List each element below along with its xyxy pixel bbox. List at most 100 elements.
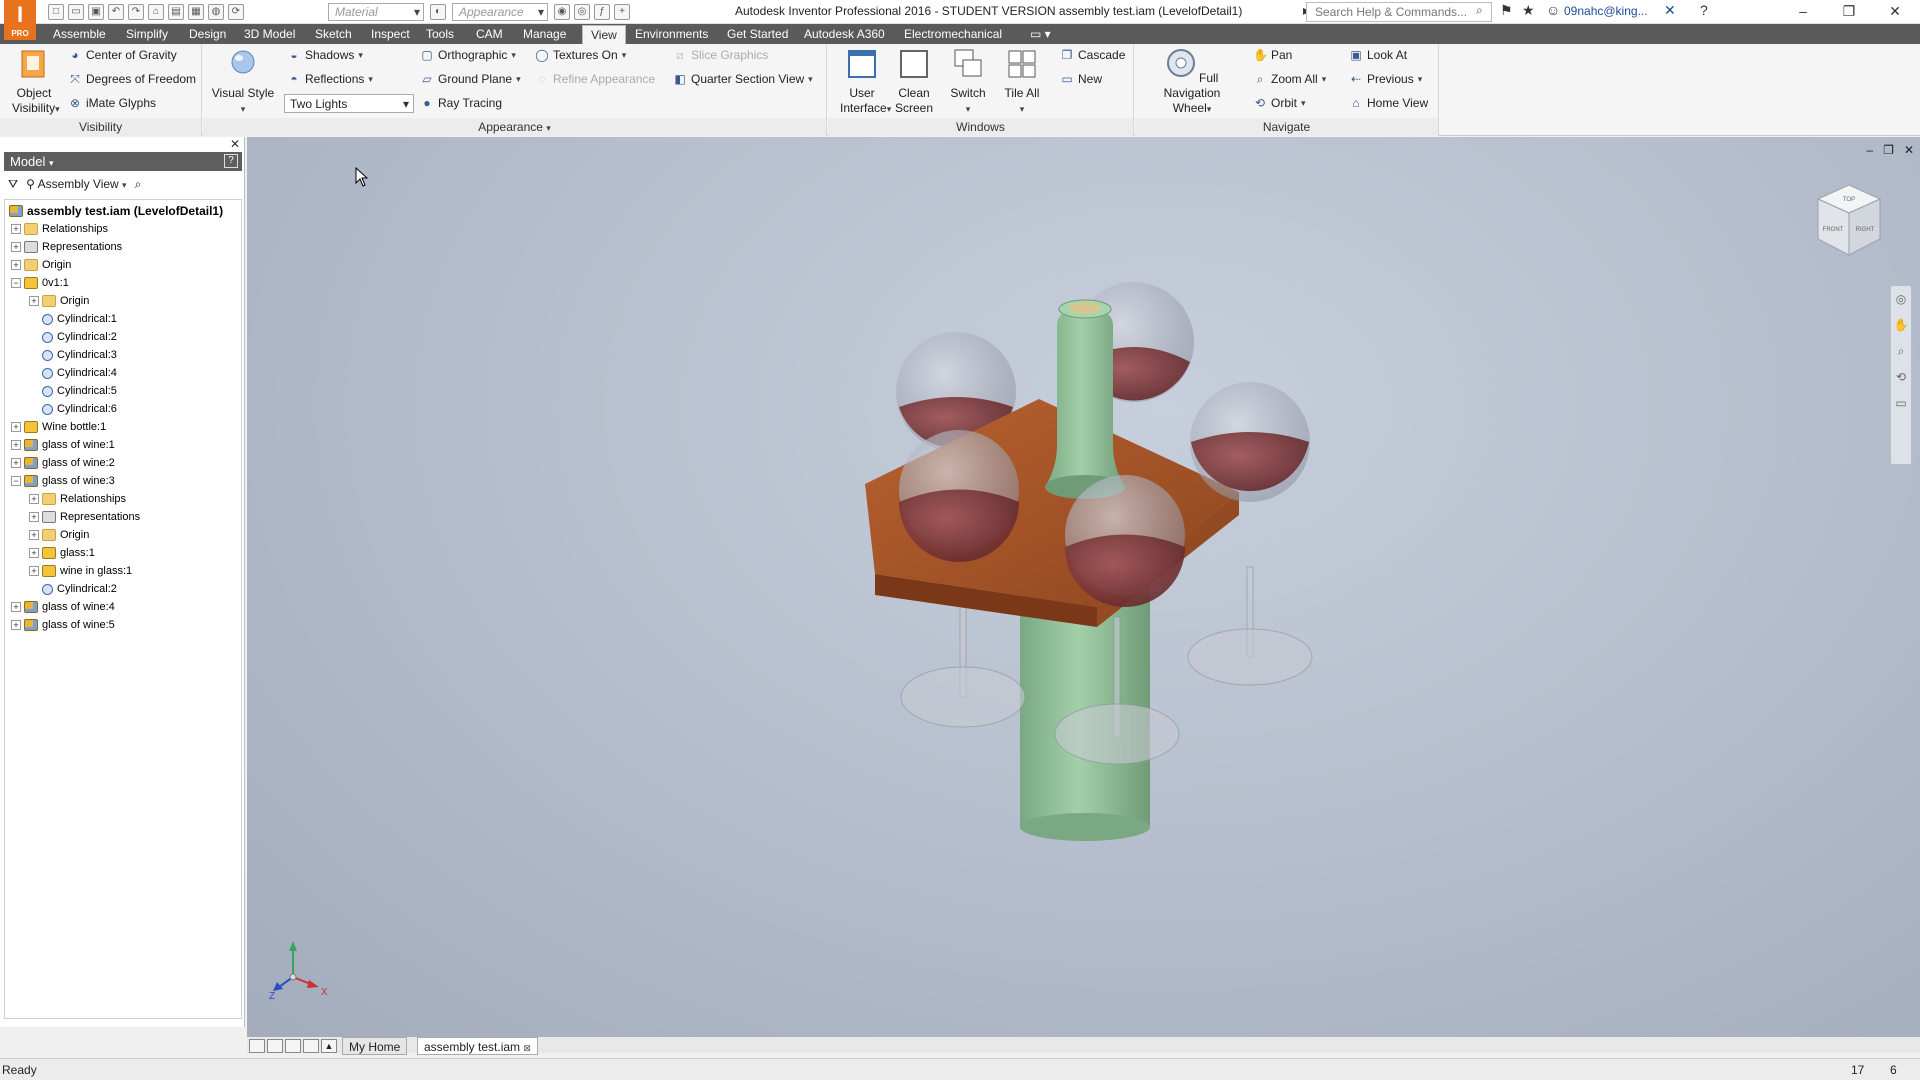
tree-node[interactable]: Cylindrical:6 <box>29 400 117 418</box>
parameters-icon[interactable]: ƒ <box>594 4 610 20</box>
tree-node[interactable]: + Origin <box>29 292 89 310</box>
user-icon[interactable]: ☺ <box>1546 2 1560 18</box>
tree-root-node[interactable]: assembly test.iam (LevelofDetail1) <box>9 202 223 220</box>
tree-node[interactable]: + Wine bottle:1 <box>11 418 106 436</box>
filter-icon[interactable]: ⛛ <box>8 177 18 192</box>
my-home-tab[interactable]: My Home <box>342 1037 408 1055</box>
browser-header[interactable]: Model ▾ ? <box>4 152 242 171</box>
search-icon[interactable]: ⌕ <box>1476 3 1483 18</box>
glass-of-wine-4[interactable] <box>1190 382 1310 502</box>
clean-screen-button[interactable]: Clean Screen <box>892 48 936 116</box>
minimize-button[interactable]: – <box>1780 0 1826 24</box>
tab-get-started[interactable]: Get Started <box>719 25 796 44</box>
expand-icon[interactable]: + <box>11 224 21 234</box>
tab-tools[interactable]: Tools <box>418 25 462 44</box>
select-icon[interactable]: ▦ <box>188 4 204 20</box>
vertical-layout-icon[interactable] <box>303 1039 319 1053</box>
tree-node[interactable]: + Relationships <box>11 220 108 238</box>
ray-tracing-button[interactable]: ● Ray Tracing <box>420 96 502 110</box>
ribbon-options-icon[interactable]: ▭ ▾ <box>1022 25 1059 44</box>
tab-design[interactable]: Design <box>181 25 234 44</box>
new-file-icon[interactable]: □ <box>48 4 64 20</box>
projects-icon[interactable]: ▤ <box>168 4 184 20</box>
expand-icon[interactable]: + <box>11 602 21 612</box>
reflections-button[interactable]: ◓ Reflections ▾ <box>287 72 373 86</box>
adjust-appearance-icon[interactable]: ◉ <box>554 4 570 20</box>
tree-node[interactable]: + Representations <box>29 508 140 526</box>
orbit-button[interactable]: ⟲ Orbit ▾ <box>1253 96 1306 110</box>
orthographic-button[interactable]: ▢ Orthographic ▾ <box>420 48 516 62</box>
object-visibility-button[interactable]: Object Visibility▾ <box>12 48 60 117</box>
expand-icon[interactable]: + <box>29 530 39 540</box>
tree-node[interactable]: Cylindrical:5 <box>29 382 117 400</box>
tree-node[interactable]: − glass of wine:3 <box>11 472 115 490</box>
close-button[interactable]: ✕ <box>1872 0 1918 24</box>
slice-graphics-button[interactable]: ⧄ Slice Graphics <box>673 48 768 62</box>
new-window-button[interactable]: ▭ New <box>1060 72 1102 86</box>
tree-node[interactable]: + Representations <box>11 238 122 256</box>
tree-node[interactable]: + glass of wine:5 <box>11 616 115 634</box>
exchange-icon[interactable]: ✕ <box>1664 2 1676 19</box>
tree-node[interactable]: + wine in glass:1 <box>29 562 132 580</box>
add-icon[interactable]: + <box>614 4 630 20</box>
glass-of-wine-3[interactable] <box>899 430 1019 562</box>
expand-icon[interactable]: + <box>11 260 21 270</box>
open-documents-menu-icon[interactable]: ▲ <box>321 1039 337 1053</box>
home-icon[interactable]: ⌂ <box>148 4 164 20</box>
sign-in-user[interactable]: 09nahc@king... <box>1564 4 1648 18</box>
expand-icon[interactable]: + <box>11 458 21 468</box>
application-menu-button[interactable]: I PRO <box>4 0 36 40</box>
clear-appearance-icon[interactable]: ◎ <box>574 4 590 20</box>
textures-on-button[interactable]: ◯ Textures On ▾ <box>535 48 626 62</box>
collapse-icon[interactable]: − <box>11 278 21 288</box>
collapse-icon[interactable]: − <box>11 476 21 486</box>
tab-assemble[interactable]: Assemble <box>45 25 114 44</box>
expand-icon[interactable]: + <box>11 422 21 432</box>
expand-icon[interactable]: + <box>11 620 21 630</box>
wine-bottle-neck[interactable] <box>1045 299 1125 499</box>
refine-appearance-button[interactable]: ◌ Refine Appearance <box>535 72 655 86</box>
ground-plane-button[interactable]: ▱ Ground Plane ▾ <box>420 72 520 86</box>
cascade-layout-icon[interactable] <box>249 1039 265 1053</box>
center-of-gravity-button[interactable]: ◕ Center of Gravity <box>68 48 176 62</box>
appearance-combo[interactable]: Appearance <box>452 3 548 21</box>
degrees-of-freedom-button[interactable]: ⤧ Degrees of Freedom <box>68 72 196 86</box>
undo-icon[interactable]: ↶ <box>108 4 124 20</box>
tree-node[interactable]: Cylindrical:4 <box>29 364 117 382</box>
tile-layout-icon[interactable] <box>267 1039 283 1053</box>
pan-button[interactable]: ✋ Pan <box>1253 48 1292 62</box>
appearance-panel-title[interactable]: Appearance ▾ <box>203 118 826 136</box>
tree-node[interactable]: + glass:1 <box>29 544 95 562</box>
tree-node[interactable]: Cylindrical:1 <box>29 310 117 328</box>
tree-node[interactable]: + Origin <box>29 526 89 544</box>
expand-icon[interactable]: + <box>29 566 39 576</box>
tab-sketch[interactable]: Sketch <box>307 25 360 44</box>
tab-simplify[interactable]: Simplify <box>118 25 176 44</box>
tree-node[interactable]: Cylindrical:2 <box>29 580 117 598</box>
tab-inspect[interactable]: Inspect <box>363 25 418 44</box>
tree-node[interactable]: Cylindrical:2 <box>29 328 117 346</box>
close-document-icon[interactable]: ⊠ <box>523 1043 531 1053</box>
tree-node[interactable]: + glass of wine:4 <box>11 598 115 616</box>
tab-manage[interactable]: Manage <box>515 25 574 44</box>
communication-icon[interactable]: ⚑ <box>1500 2 1513 19</box>
shadows-button[interactable]: ◒ Shadows ▾ <box>287 48 363 62</box>
assembly-3d-model[interactable] <box>247 137 1920 1037</box>
home-view-button[interactable]: ⌂ Home View <box>1349 96 1428 110</box>
graphics-window[interactable]: – ❐ ✕ TOP FRONT RIGHT ◎ ✋ ⌕ ⟲ ▭ X Z <box>247 137 1920 1037</box>
expand-icon[interactable]: + <box>29 512 39 522</box>
tree-node[interactable]: + glass of wine:1 <box>11 436 115 454</box>
horizontal-layout-icon[interactable] <box>285 1039 301 1053</box>
visual-style-button[interactable]: Visual Style ▾ <box>211 48 275 117</box>
redo-icon[interactable]: ↷ <box>128 4 144 20</box>
lighting-style-combo[interactable]: Two Lights <box>284 94 414 113</box>
assembly-document-tab[interactable]: assembly test.iam ⊠ <box>417 1037 538 1055</box>
switch-button[interactable]: Switch ▾ <box>948 48 988 117</box>
look-at-button[interactable]: ▣ Look At <box>1349 48 1407 62</box>
update-icon[interactable]: ⟳ <box>228 4 244 20</box>
expand-icon[interactable]: + <box>29 548 39 558</box>
tab-autodesk-a360[interactable]: Autodesk A360 <box>796 25 893 44</box>
favorites-icon[interactable]: ★ <box>1522 2 1535 19</box>
tree-node[interactable]: Cylindrical:3 <box>29 346 117 364</box>
expand-icon[interactable]: + <box>29 296 39 306</box>
